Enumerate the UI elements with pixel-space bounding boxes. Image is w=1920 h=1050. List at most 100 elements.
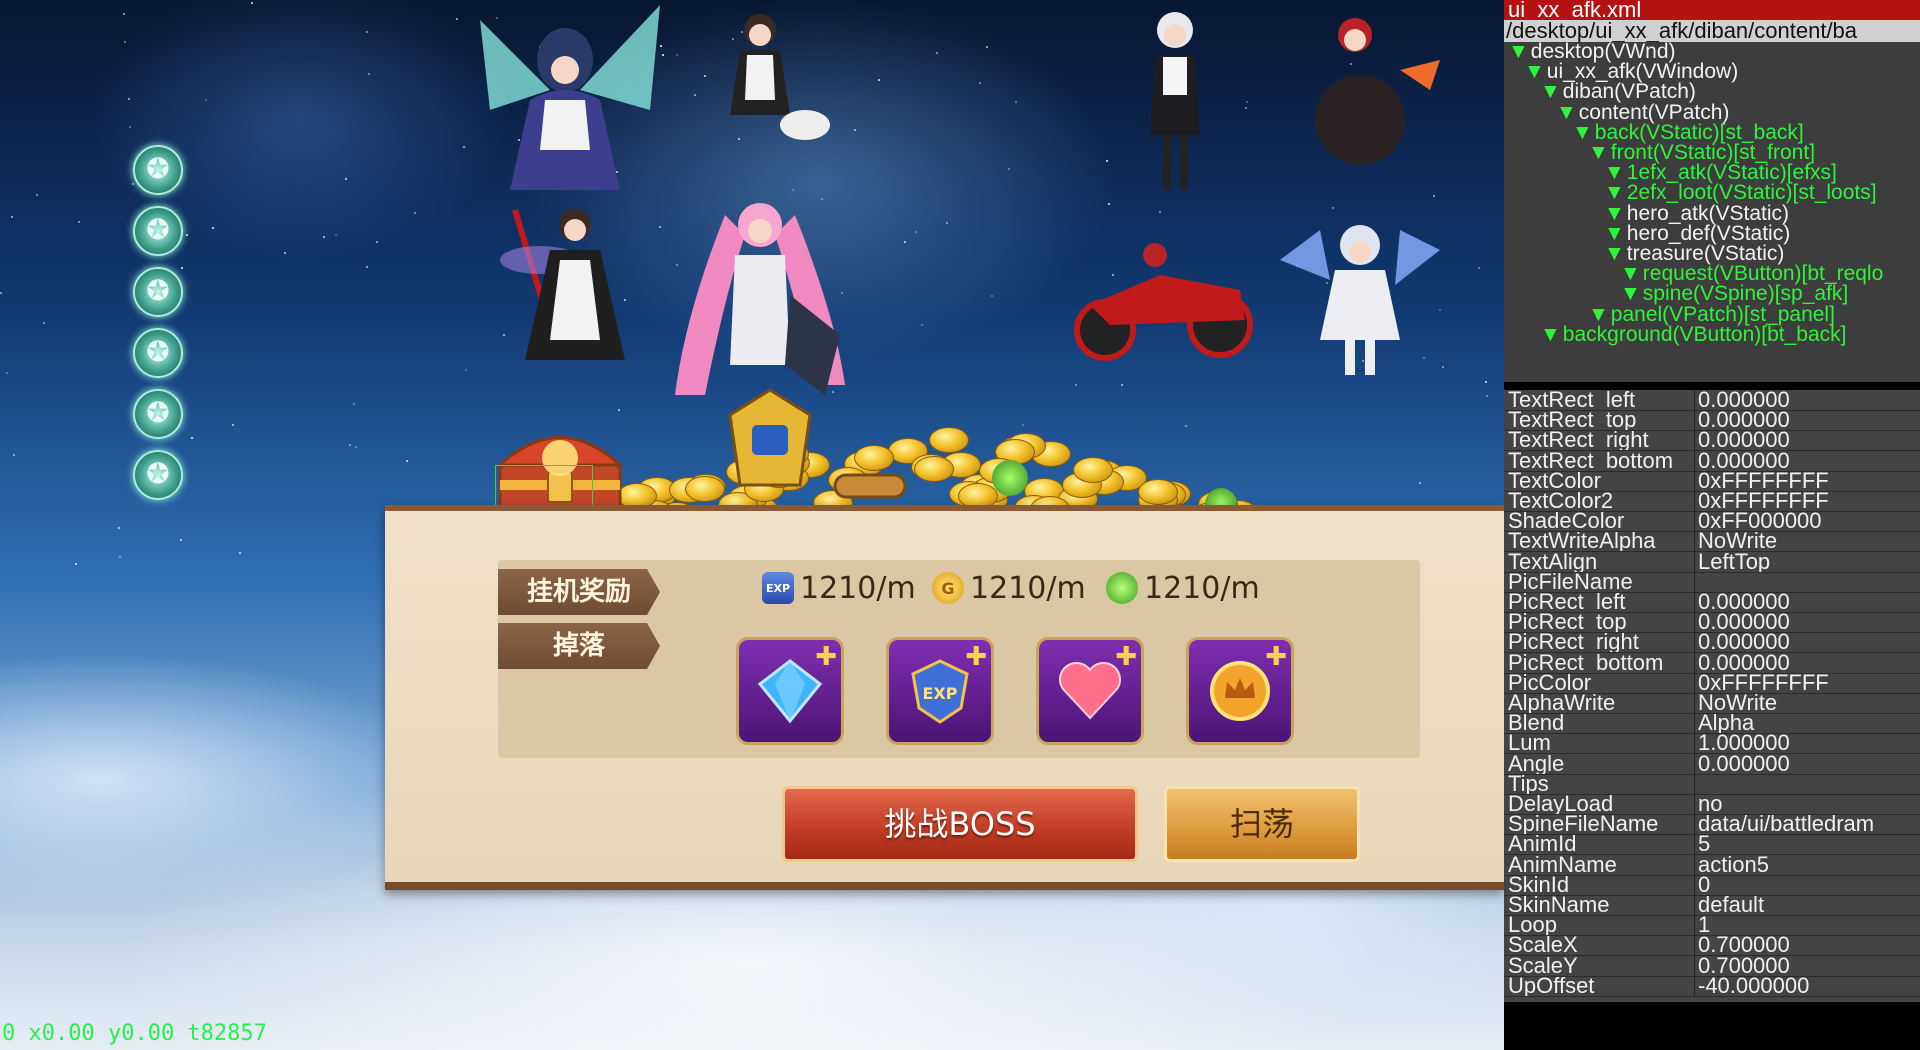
property-value[interactable]: 0xFFFFFFFF bbox=[1698, 471, 1918, 491]
property-row[interactable]: PicRect_right 0.000000 bbox=[1504, 632, 1920, 654]
property-row[interactable]: TextWriteAlpha NoWrite bbox=[1504, 531, 1920, 553]
property-row[interactable]: AnimId 5 bbox=[1504, 834, 1920, 856]
sweep-button[interactable]: 扫荡 bbox=[1164, 786, 1360, 862]
property-row[interactable]: Lum 1.000000 bbox=[1504, 733, 1920, 755]
property-value[interactable]: 0xFFFFFFFF bbox=[1698, 673, 1918, 693]
drop-item-crown-coin[interactable]: ✚ bbox=[1186, 637, 1294, 745]
tree-node[interactable]: ▼background(VButton)[bt_back] bbox=[1540, 323, 1846, 346]
property-row[interactable]: PicRect_top 0.000000 bbox=[1504, 612, 1920, 634]
property-value[interactable]: 0.700000 bbox=[1698, 935, 1918, 955]
property-value[interactable]: NoWrite bbox=[1698, 693, 1918, 713]
property-value[interactable]: no bbox=[1698, 794, 1918, 814]
tree-node[interactable]: ▼diban(VPatch) bbox=[1540, 80, 1696, 103]
property-value[interactable]: 0.000000 bbox=[1698, 592, 1918, 612]
property-value[interactable]: 1.000000 bbox=[1698, 733, 1918, 753]
property-value[interactable]: Alpha bbox=[1698, 713, 1918, 733]
property-value[interactable]: NoWrite bbox=[1698, 531, 1918, 551]
column-divider bbox=[1694, 632, 1695, 653]
star bbox=[1185, 424, 1188, 427]
property-value[interactable]: 0 bbox=[1698, 875, 1918, 895]
property-row[interactable]: PicRect_left 0.000000 bbox=[1504, 592, 1920, 613]
drop-item-gem[interactable]: ✚ bbox=[736, 637, 844, 745]
property-row[interactable]: ShadeColor 0xFF000000 bbox=[1504, 511, 1920, 533]
property-row[interactable]: Blend Alpha bbox=[1504, 713, 1920, 735]
property-row[interactable]: ScaleX 0.700000 bbox=[1504, 935, 1920, 957]
star-medallion-icon[interactable]: ✪ bbox=[133, 206, 183, 256]
tree-node[interactable]: ▼ui_xx_afk(VWindow) bbox=[1524, 61, 1738, 82]
property-row[interactable]: ScaleY 0.700000 bbox=[1504, 955, 1920, 977]
star bbox=[1007, 168, 1010, 171]
property-row[interactable]: TextColor 0xFFFFFFFF bbox=[1504, 470, 1920, 492]
expand-arrow-icon[interactable]: ▼ bbox=[1540, 80, 1561, 103]
tree-node[interactable]: ▼panel(VPatch)[st_panel] bbox=[1588, 304, 1835, 325]
property-value[interactable]: 0.000000 bbox=[1698, 451, 1918, 471]
star-medallion-icon[interactable]: ✪ bbox=[133, 328, 183, 378]
tree-node[interactable]: ▼hero_atk(VStatic) bbox=[1604, 203, 1789, 224]
property-value[interactable]: 0.000000 bbox=[1698, 410, 1918, 430]
challenge-boss-button[interactable]: 挑战BOSS bbox=[782, 786, 1138, 862]
property-row[interactable]: TextColor2 0xFFFFFFFF bbox=[1504, 491, 1920, 512]
star-medallion-icon[interactable]: ✪ bbox=[133, 267, 183, 317]
property-row[interactable]: Angle 0.000000 bbox=[1504, 753, 1920, 775]
property-row[interactable]: PicFileName bbox=[1504, 571, 1920, 593]
property-value[interactable]: 0.000000 bbox=[1698, 612, 1918, 632]
property-row[interactable]: PicRect_bottom 0.000000 bbox=[1504, 652, 1920, 674]
property-value[interactable]: data/ui/battledram bbox=[1698, 814, 1918, 834]
property-value[interactable]: -40.000000 bbox=[1698, 976, 1918, 996]
hierarchy-tree[interactable]: ui_xx_afk.xml /desktop/ui_xx_afk/diban/c… bbox=[1504, 0, 1920, 382]
tree-node[interactable]: ▼request(VButton)[bt_reqlo bbox=[1620, 263, 1883, 284]
column-divider bbox=[1694, 450, 1695, 471]
property-value[interactable]: 0.000000 bbox=[1698, 430, 1918, 450]
property-row[interactable]: TextRect_left 0.000000 bbox=[1504, 390, 1920, 411]
tree-node[interactable]: ▼desktop(VWnd) bbox=[1508, 41, 1676, 62]
property-row[interactable]: TextRect_bottom 0.000000 bbox=[1504, 450, 1920, 472]
tree-node[interactable]: ▼1efx_atk(VStatic)[efxs] bbox=[1604, 162, 1837, 183]
property-value[interactable]: action5 bbox=[1698, 855, 1918, 875]
property-row[interactable]: Loop 1 bbox=[1504, 915, 1920, 937]
tree-node[interactable]: ▼front(VStatic)[st_front] bbox=[1588, 142, 1815, 163]
property-value[interactable]: LeftTop bbox=[1698, 552, 1918, 572]
property-row[interactable]: TextAlign LeftTop bbox=[1504, 551, 1920, 573]
expand-arrow-icon[interactable]: ▼ bbox=[1540, 323, 1561, 346]
tree-node[interactable]: ▼spine(VSpine)[sp_afk] bbox=[1620, 283, 1848, 304]
property-row[interactable]: SkinId 0 bbox=[1504, 874, 1920, 896]
property-value[interactable]: 0.000000 bbox=[1698, 754, 1918, 774]
property-value[interactable]: 0.000000 bbox=[1698, 653, 1918, 673]
expand-arrow-icon[interactable]: ▼ bbox=[1604, 181, 1625, 204]
property-value[interactable]: 1 bbox=[1698, 915, 1918, 935]
property-value[interactable]: 5 bbox=[1698, 834, 1918, 854]
property-row[interactable]: SpineFileName data/ui/battledram bbox=[1504, 814, 1920, 836]
property-value[interactable]: 0.000000 bbox=[1698, 390, 1918, 410]
tree-node[interactable]: ▼2efx_loot(VStatic)[st_loots] bbox=[1604, 181, 1877, 204]
property-value[interactable]: 0.000000 bbox=[1698, 632, 1918, 652]
property-row[interactable]: TextRect_top 0.000000 bbox=[1504, 410, 1920, 432]
property-value[interactable]: 0.700000 bbox=[1698, 956, 1918, 976]
property-row[interactable]: SkinName default bbox=[1504, 895, 1920, 916]
property-row[interactable]: UpOffset -40.000000 bbox=[1504, 975, 1920, 997]
property-row[interactable]: AlphaWrite NoWrite bbox=[1504, 693, 1920, 714]
drop-item-exp[interactable]: EXP ✚ bbox=[886, 637, 994, 745]
property-row[interactable]: DelayLoad no bbox=[1504, 794, 1920, 815]
gold-coin-icon: G bbox=[932, 572, 964, 604]
property-value[interactable]: default bbox=[1698, 895, 1918, 915]
property-row[interactable]: TextRect_right 0.000000 bbox=[1504, 430, 1920, 452]
exp-rate-value: 1210/m bbox=[800, 570, 916, 606]
property-value[interactable]: 0xFFFFFFFF bbox=[1698, 491, 1918, 511]
drop-ribbon: 掉落 bbox=[498, 623, 660, 669]
star-medallion-icon[interactable]: ✪ bbox=[133, 145, 183, 195]
property-row[interactable]: PicColor 0xFFFFFFFF bbox=[1504, 672, 1920, 694]
game-viewport[interactable]: ✪ ✪ ✪ ✪ ✪ ✪ 挂机奖励 掉落 EXP 1210/m G 1210/m … bbox=[0, 0, 1504, 1050]
star-medallion-icon[interactable]: ✪ bbox=[133, 389, 183, 439]
property-key: TextRect_right bbox=[1508, 430, 1649, 451]
drop-item-heart[interactable]: ✚ bbox=[1036, 637, 1144, 745]
tree-node[interactable]: ▼hero_def(VStatic) bbox=[1604, 223, 1790, 244]
property-row[interactable]: AnimName action5 bbox=[1504, 854, 1920, 876]
property-grid[interactable]: TextRect_left 0.000000 TextRect_top 0.00000… bbox=[1504, 390, 1920, 1002]
star-medallion-icon[interactable]: ✪ bbox=[133, 450, 183, 500]
tree-node[interactable]: ▼back(VStatic)[st_back] bbox=[1572, 122, 1804, 143]
property-row[interactable]: Tips bbox=[1504, 773, 1920, 795]
tree-node[interactable]: ▼treasure(VStatic) bbox=[1604, 243, 1784, 264]
tree-node[interactable]: ▼content(VPatch) bbox=[1556, 102, 1729, 123]
property-value[interactable]: 0xFF000000 bbox=[1698, 511, 1918, 531]
column-divider bbox=[1694, 652, 1695, 673]
